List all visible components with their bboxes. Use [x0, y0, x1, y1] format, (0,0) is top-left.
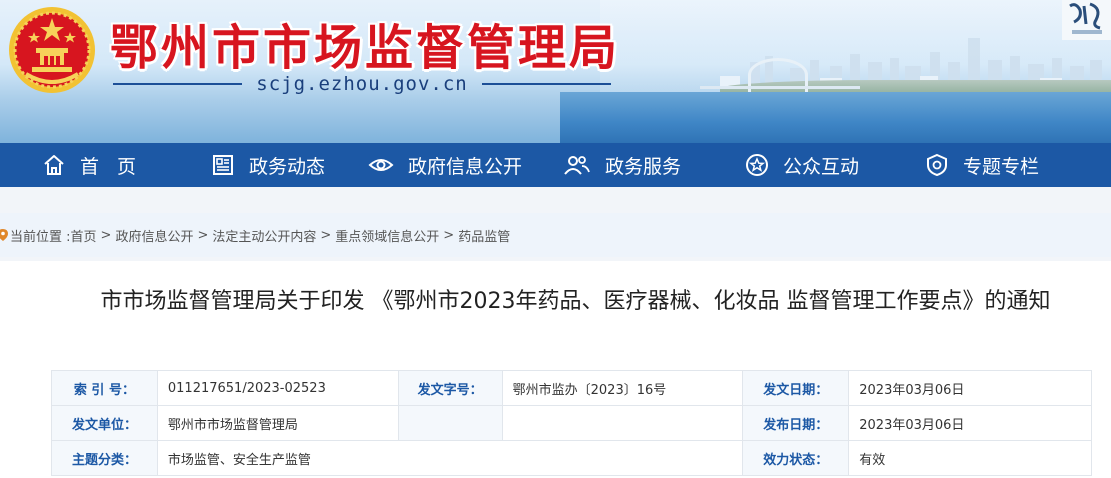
issuing-org-value: 鄂州市市场监督管理局	[156, 405, 399, 441]
empty-label-cell	[397, 405, 503, 441]
breadcrumb-key-areas[interactable]: 重点领域信息公开	[335, 226, 439, 245]
location-icon	[0, 229, 8, 241]
breadcrumb-separator: >	[443, 227, 455, 243]
news-icon	[212, 155, 233, 175]
document-metadata-table: 索 引 号： 011217651/2023-02523 发文字号： 鄂州市监办〔…	[51, 370, 1092, 476]
table-row: 索 引 号： 011217651/2023-02523 发文字号： 鄂州市监办〔…	[51, 370, 1092, 406]
breadcrumb-home[interactable]: 首页	[71, 226, 97, 245]
shield-icon	[926, 153, 947, 177]
doc-number-label: 发文字号：	[397, 370, 503, 406]
breadcrumb-drug-supervision[interactable]: 药品监管	[458, 226, 510, 245]
breadcrumb-separator: >	[197, 227, 209, 243]
table-row: 发文单位： 鄂州市市场监督管理局 发布日期： 2023年03月06日	[51, 405, 1092, 441]
publish-date-label: 发布日期：	[742, 405, 850, 441]
publish-date-value: 2023年03月06日	[848, 405, 1092, 441]
empty-value-cell	[501, 405, 744, 441]
doc-number-value: 鄂州市监办〔2023〕16号	[501, 370, 744, 406]
index-number-label: 索 引 号：	[51, 370, 158, 406]
index-number-value: 011217651/2023-02523	[156, 370, 399, 406]
eye-icon	[368, 159, 394, 171]
domain-divider-right	[481, 83, 611, 85]
site-domain-row: scjg.ezhou.gov.cn	[113, 72, 611, 96]
topic-label: 主题分类：	[51, 440, 158, 476]
nav-interact-label: 公众互动	[782, 155, 859, 178]
nav-interact[interactable]: 公众互动	[712, 143, 892, 187]
breadcrumb-separator: >	[100, 227, 112, 243]
nav-topic[interactable]: 专题专栏	[892, 143, 1072, 187]
nav-home[interactable]: 首页	[0, 143, 178, 187]
table-row: 主题分类： 市场监管、安全生产监管 效力状态： 有效	[51, 440, 1092, 476]
article-title: 市市场监督管理局关于印发 《鄂州市2023年药品、医疗器械、化妆品 监督管理工作…	[100, 289, 1051, 314]
breadcrumb-separator: >	[320, 227, 332, 243]
breadcrumb-gov-info[interactable]: 政府信息公开	[115, 226, 193, 245]
nav-home-label: 首页	[79, 155, 154, 178]
people-icon	[564, 156, 590, 175]
breadcrumb: 当前位置 : 首页 > 政府信息公开 > 法定主动公开内容 > 重点领域信息公开…	[0, 213, 1111, 257]
national-emblem-icon	[9, 7, 95, 93]
nav-news-label: 政务动态	[248, 155, 325, 178]
home-icon	[44, 155, 64, 175]
main-nav: 首页 政务动态 政府信息公开 政务服务 公众互动 专题专栏	[0, 143, 1111, 187]
topic-value: 市场监管、安全生产监管	[156, 440, 744, 476]
site-title: 鄂州市市场监督管理局	[110, 20, 621, 76]
nav-news[interactable]: 政务动态	[178, 143, 358, 187]
nav-service-label: 政务服务	[604, 155, 681, 178]
status-value: 有效	[848, 440, 1092, 476]
nav-service[interactable]: 政务服务	[532, 143, 712, 187]
breadcrumb-statutory[interactable]: 法定主动公开内容	[212, 226, 316, 245]
issue-date-value: 2023年03月06日	[848, 370, 1092, 406]
breadcrumb-prefix: 当前位置 :	[10, 229, 71, 245]
header-banner: 鄂州市市场监督管理局 scjg.ezhou.gov.cn	[0, 0, 1111, 143]
status-label: 效力状态：	[742, 440, 850, 476]
banner-lake	[560, 92, 1111, 143]
banner-bridge-deck	[700, 86, 860, 89]
nav-gov-info[interactable]: 政府信息公开	[358, 143, 532, 187]
issue-date-label: 发文日期：	[742, 370, 850, 406]
site-domain: scjg.ezhou.gov.cn	[256, 73, 468, 95]
nav-topic-label: 专题专栏	[962, 155, 1039, 178]
issuing-org-label: 发文单位：	[51, 405, 158, 441]
city-logo-icon	[1062, 0, 1111, 40]
nav-gov-info-label: 政府信息公开	[407, 155, 522, 178]
domain-divider-left	[113, 83, 243, 85]
star-badge-icon	[745, 154, 768, 176]
